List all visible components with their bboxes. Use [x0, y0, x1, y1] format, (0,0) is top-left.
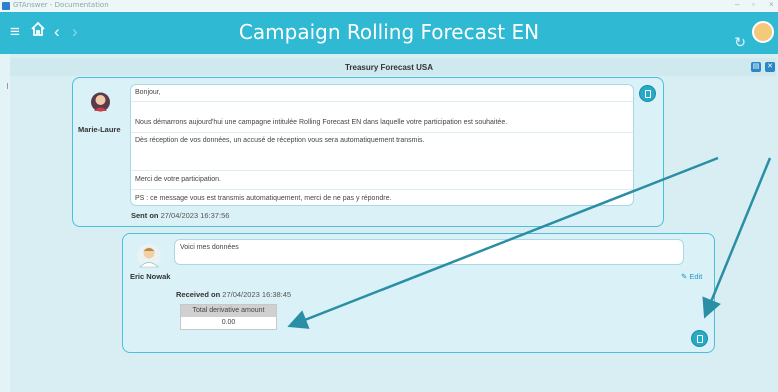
message-line: PS : ce message vous est transmis automa…	[135, 195, 392, 202]
message-line: Bonjour,	[135, 89, 161, 96]
divider	[131, 132, 633, 133]
edit-button[interactable]: ✎ Edit	[681, 272, 702, 281]
edit-label: Edit	[689, 272, 703, 281]
message-body-2	[174, 239, 684, 265]
document-icon	[645, 90, 651, 98]
data-table: Total derivative amount 0.00	[180, 304, 277, 330]
divider	[131, 101, 633, 102]
app-icon	[2, 2, 10, 10]
refresh-icon[interactable]: ↻	[734, 34, 746, 51]
left-panel	[0, 54, 10, 392]
received-date: 27/04/2023 16:38:45	[222, 290, 292, 299]
author-avatar-male	[137, 244, 161, 268]
close-window-icon[interactable]: ×	[769, 0, 774, 9]
message-text-2: Voici mes données	[180, 244, 239, 251]
sent-info: Sent on 27/04/2023 16:37:56	[131, 211, 229, 220]
divider	[131, 170, 633, 171]
message-line: Nous démarrons aujourd'hui une campagne …	[135, 119, 508, 126]
os-titlebar: GTAnswer - Documentation – ▫ ×	[0, 0, 778, 12]
author-name-2: Eric Nowak	[130, 272, 171, 281]
message-body-1	[130, 84, 634, 206]
received-label: Received on	[176, 290, 221, 299]
message-line: Merci de votre participation.	[135, 176, 221, 183]
author-avatar-female	[91, 92, 110, 112]
sent-label: Sent on	[131, 211, 159, 220]
os-window-title: GTAnswer - Documentation	[13, 1, 109, 9]
print-icon[interactable]: ▤	[751, 62, 761, 72]
message-line: Dès réception de vos données, un accusé …	[135, 137, 425, 144]
page-title: Campaign Rolling Forecast EN	[238, 20, 540, 44]
table-cell[interactable]: 0.00	[181, 317, 276, 329]
maximize-icon[interactable]: ▫	[752, 0, 755, 9]
sent-date: 27/04/2023 16:37:56	[160, 211, 230, 220]
panel-marker	[7, 83, 10, 89]
form-title: Treasury Forecast USA	[344, 63, 434, 72]
received-info: Received on 27/04/2023 16:38:45	[176, 290, 291, 299]
document-button-1[interactable]	[639, 85, 656, 102]
document-icon	[697, 335, 703, 343]
user-avatar[interactable]	[752, 21, 774, 43]
minimize-icon[interactable]: –	[735, 0, 739, 9]
table-header: Total derivative amount	[181, 305, 276, 317]
document-button-2[interactable]	[691, 330, 708, 347]
app-header: ≡ ‹ › Campaign Rolling Forecast EN ↻	[0, 12, 778, 54]
divider	[131, 189, 633, 190]
close-form-icon[interactable]: ✕	[765, 62, 775, 72]
pencil-icon: ✎	[681, 272, 688, 281]
arrow-to-document-button	[702, 157, 772, 319]
author-name-1: Marie-Laure	[78, 125, 121, 134]
